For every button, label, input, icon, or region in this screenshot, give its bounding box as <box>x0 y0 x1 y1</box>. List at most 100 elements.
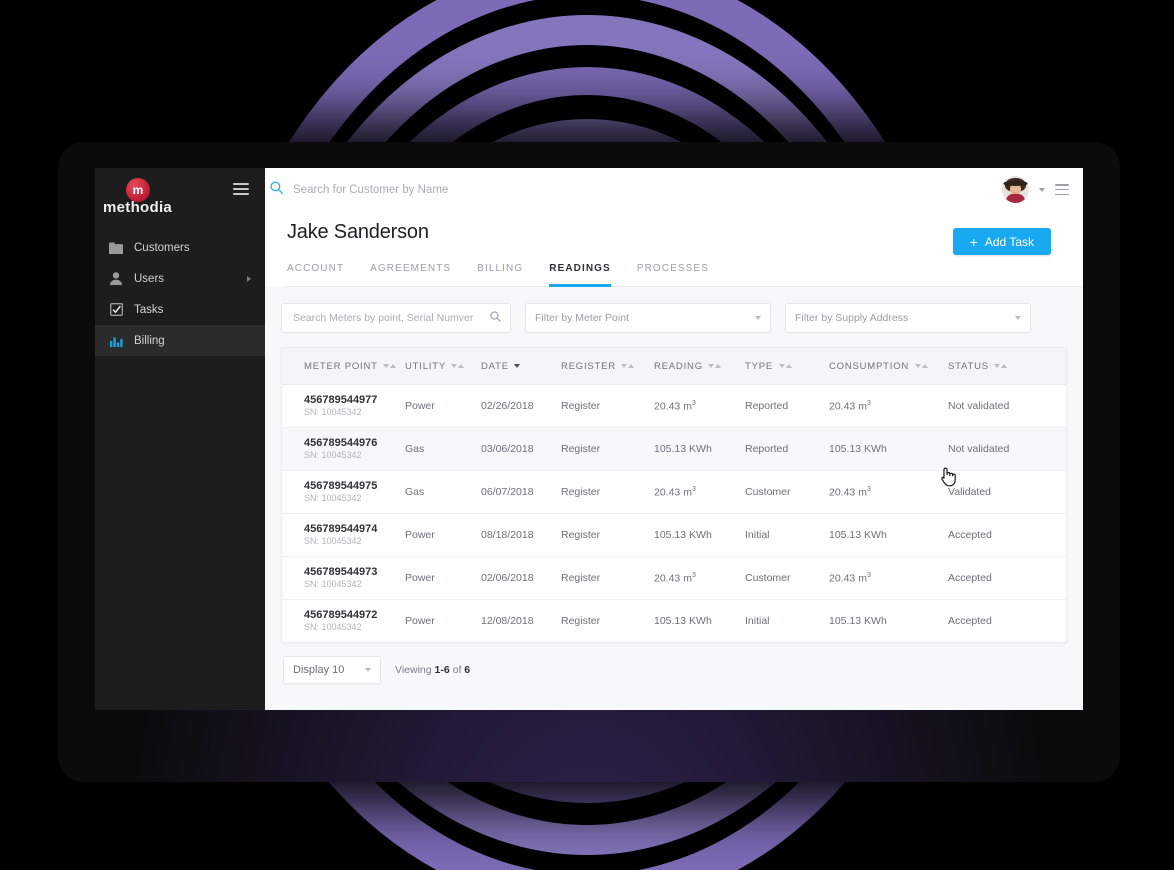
top-bar <box>265 168 1083 211</box>
filter-by-supply-address-select[interactable]: Filter by Supply Address <box>785 303 1031 333</box>
meter-serial-number: SN: 10045342 <box>304 493 362 504</box>
display-count-label: Display 10 <box>293 664 345 677</box>
cell-status: Validated <box>948 470 1066 515</box>
table-row[interactable]: 456789544976 SN: 10045342 Gas 03/06/2018 Reg… <box>282 427 1066 472</box>
sidebar-item-label: Users <box>134 272 165 285</box>
global-search[interactable] <box>265 180 1002 199</box>
meter-serial-number: SN: 10045342 <box>304 622 362 633</box>
meter-search-field[interactable] <box>281 303 511 333</box>
cell-date: 02/26/2018 <box>481 384 561 429</box>
sort-icon <box>914 360 928 371</box>
cell-consumption: 20.43 m3 <box>829 384 948 429</box>
sidebar-item-billing[interactable]: Billing <box>95 325 265 356</box>
sidebar-item-users[interactable]: Users <box>95 263 265 294</box>
cell-register: Register <box>561 427 654 472</box>
plus-icon: + <box>969 233 978 250</box>
col-status[interactable]: STATUS <box>948 348 1066 386</box>
cell-consumption: 20.43 m3 <box>829 470 948 515</box>
cell-meter-point: 456789544973 SN: 10045342 <box>282 556 405 601</box>
table-row[interactable]: 456789544974 SN: 10045342 Power 08/18/2018 R… <box>282 513 1066 558</box>
avatar-body <box>1006 194 1025 203</box>
sidebar-item-customers[interactable]: Customers <box>95 232 265 263</box>
app-menu-hamburger-icon[interactable] <box>1055 184 1069 195</box>
col-register[interactable]: REGISTER <box>561 348 654 386</box>
meter-serial-number: SN: 10045342 <box>304 450 362 461</box>
search-icon <box>270 180 284 199</box>
filter-meter-point-label: Filter by Meter Point <box>535 312 629 324</box>
cell-consumption: 105.13 KWh <box>829 513 948 558</box>
cell-date: 06/07/2018 <box>481 470 561 515</box>
cell-reading: 105.13 KWh <box>654 427 745 472</box>
col-type[interactable]: TYPE <box>745 348 829 386</box>
tab-account[interactable]: ACCOUNT <box>287 263 344 287</box>
avatar[interactable] <box>1002 176 1029 203</box>
hamburger-bar <box>233 188 249 190</box>
tab-processes[interactable]: PROCESSES <box>637 263 709 287</box>
menu-bar <box>1055 184 1069 186</box>
column-label: CONSUMPTION <box>829 361 910 372</box>
tab-readings[interactable]: READINGS <box>549 263 611 287</box>
col-reading[interactable]: READING <box>654 348 745 386</box>
meter-serial-number: SN: 10045342 <box>304 579 362 590</box>
sidebar-item-tasks[interactable]: Tasks <box>95 294 265 325</box>
viewing-range: 1-6 <box>434 664 450 677</box>
column-label: REGISTER <box>561 361 616 372</box>
cell-reading: 105.13 KWh <box>654 513 745 558</box>
menu-bar <box>1055 188 1069 191</box>
tab-billing[interactable]: BILLING <box>477 263 523 287</box>
cell-type: Initial <box>745 615 770 628</box>
filter-by-meter-point-select[interactable]: Filter by Meter Point <box>525 303 771 333</box>
table-row[interactable]: 456789544973 SN: 10045342 Power 02/06/2018 R… <box>282 556 1066 601</box>
cell-register: Register <box>561 513 654 558</box>
readings-table-card: METER POINT UTILITY DATE REGISTER READIN… <box>281 347 1067 644</box>
cell-consumption: 20.43 m3 <box>829 556 948 601</box>
cell-reading: 105.13 KWh <box>654 615 712 628</box>
cell-meter-point: 456789544977 SN: 10045342 <box>282 384 405 429</box>
cell-status: Not validated <box>948 384 1066 429</box>
viewing-mid: of <box>449 664 465 677</box>
cell-type: Reported <box>745 427 829 472</box>
cell-date: 12/08/2018 <box>481 615 534 628</box>
chevron-down-icon[interactable] <box>1039 187 1045 192</box>
sort-icon <box>621 360 635 371</box>
tab-agreements[interactable]: AGREEMENTS <box>370 263 451 287</box>
cell-status: Accepted <box>948 556 1066 601</box>
add-task-button[interactable]: + Add Task <box>952 228 1051 255</box>
viewing-total: 6 <box>464 664 471 677</box>
sort-icon <box>708 360 722 371</box>
col-consumption[interactable]: CONSUMPTION <box>829 348 948 386</box>
cell-utility: Gas <box>405 427 481 472</box>
search-input[interactable] <box>291 182 615 197</box>
col-date[interactable]: DATE <box>481 348 561 386</box>
meter-point-number: 456789544974 <box>304 522 378 535</box>
cell-status: Accepted <box>948 513 1066 558</box>
bar-chart-icon <box>109 334 123 348</box>
meter-search-input[interactable] <box>291 311 475 325</box>
cell-utility: Gas <box>405 470 481 515</box>
cell-type: Initial <box>745 513 829 558</box>
avatar-hat <box>1003 181 1028 186</box>
sidebar: m methodia Customers Users Tasks Billing <box>95 168 265 710</box>
application-window: m methodia Customers Users Tasks Billing… <box>95 168 1083 710</box>
display-count-select[interactable]: Display 10 <box>283 656 381 685</box>
meter-point-number: 456789544977 <box>304 393 378 406</box>
sort-icon <box>383 360 397 371</box>
top-right-controls <box>1002 176 1069 203</box>
viewing-prefix: Viewing <box>395 664 435 677</box>
table-row[interactable]: 456789544975 SN: 10045342 Gas 06/07/2018 Reg… <box>282 470 1066 515</box>
table-header-row: METER POINT UTILITY DATE REGISTER READIN… <box>282 348 1066 386</box>
cell-reading: 20.43 m3 <box>654 470 745 515</box>
cell-utility: Power <box>405 556 481 601</box>
chevron-down-icon <box>755 316 761 320</box>
brand-header: m methodia <box>95 168 265 224</box>
table-row[interactable]: 456789544972 SN: 10045342 Power 12/08/2018 R… <box>282 600 1066 642</box>
cell-meter-point: 456789544975 SN: 10045342 <box>282 470 405 515</box>
column-label: STATUS <box>948 361 989 372</box>
cell-status: Not validated <box>948 427 1066 472</box>
col-utility[interactable]: UTILITY <box>405 348 481 386</box>
table-row[interactable]: 456789544977 SN: 10045342 Power 02/26/2018 R… <box>282 384 1066 429</box>
meter-point-number: 456789544976 <box>304 436 378 449</box>
sidebar-collapse-hamburger-icon[interactable] <box>233 183 249 195</box>
col-meter-point[interactable]: METER POINT <box>282 348 405 386</box>
chevron-down-icon <box>365 668 371 673</box>
